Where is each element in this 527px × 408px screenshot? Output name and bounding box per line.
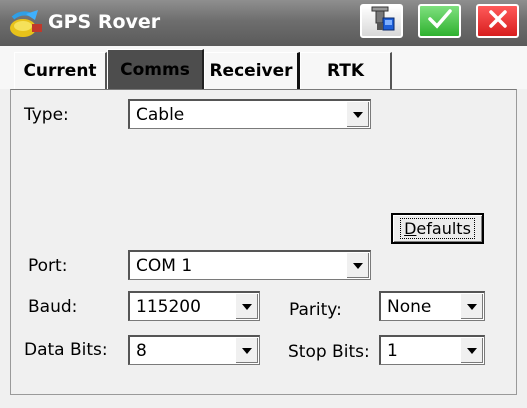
close-button[interactable] [476,4,519,38]
tab-rtk[interactable]: RTK [300,52,392,89]
x-icon [487,8,509,34]
chevron-down-icon[interactable] [460,294,483,319]
type-label: Type: [24,105,69,125]
data-bits-dropdown[interactable]: 8 [128,335,260,365]
receiver-config-icon [367,6,397,36]
stop-bits-value: 1 [387,341,398,361]
port-label: Port: [28,256,68,276]
ok-button[interactable] [418,4,461,38]
chevron-down-icon[interactable] [235,294,258,319]
defaults-label: Defaults [400,218,475,239]
type-value: Cable [136,105,185,125]
receiver-settings-button[interactable] [360,4,403,38]
tab-comms[interactable]: Comms [107,49,204,89]
chevron-down-icon[interactable] [235,338,258,363]
port-value: COM 1 [136,256,193,276]
baud-dropdown[interactable]: 115200 [128,291,260,321]
parity-label: Parity: [289,300,342,320]
defaults-button[interactable]: Defaults [391,213,484,244]
chevron-down-icon[interactable] [460,338,483,363]
baud-label: Baud: [28,297,78,317]
gps-rover-app-icon [8,8,44,40]
stop-bits-dropdown[interactable]: 1 [379,335,485,365]
stop-bits-label: Stop Bits: [288,342,370,362]
type-dropdown[interactable]: Cable [128,99,371,129]
data-bits-value: 8 [136,341,147,361]
baud-value: 115200 [136,297,201,317]
window-title: GPS Rover [48,11,161,33]
chevron-down-icon[interactable] [346,102,369,127]
data-bits-label: Data Bits: [24,340,108,360]
chevron-down-icon[interactable] [346,253,369,278]
checkmark-icon [427,8,453,34]
tab-receiver[interactable]: Receiver [204,52,300,89]
tab-current[interactable]: Current [14,52,107,89]
port-dropdown[interactable]: COM 1 [128,250,371,280]
parity-value: None [387,297,432,317]
parity-dropdown[interactable]: None [379,291,485,321]
